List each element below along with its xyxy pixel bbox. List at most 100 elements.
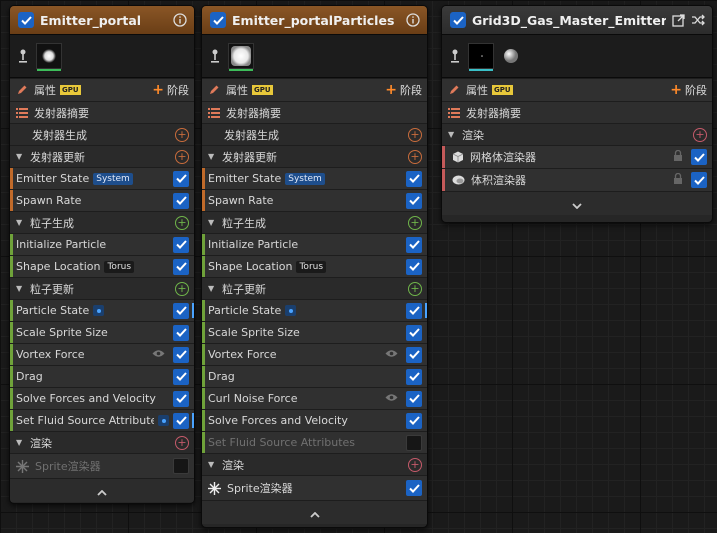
module-enable-checkbox[interactable] xyxy=(406,434,422,451)
module-drag[interactable]: Drag xyxy=(202,365,427,387)
emitter-enable-checkbox[interactable] xyxy=(18,12,34,28)
emitter-node-grid3d-gas[interactable]: Grid3D_Gas_Master_Emitter 属性 GPU + 阶段 发射器… xyxy=(441,5,713,223)
collapse-node-button[interactable] xyxy=(202,500,427,524)
node-header[interactable]: Grid3D_Gas_Master_Emitter xyxy=(442,6,712,35)
module-curl-noise-force[interactable]: Curl Noise Force xyxy=(202,387,427,409)
node-header[interactable]: Emitter_portalParticles xyxy=(202,6,427,35)
add-module-icon[interactable]: + xyxy=(408,215,422,230)
module-enable-checkbox[interactable] xyxy=(173,390,189,407)
render-section[interactable]: ▼ 渲染 + xyxy=(202,453,427,475)
collapse-node-button[interactable] xyxy=(10,478,194,502)
module-enable-checkbox[interactable] xyxy=(406,324,422,341)
module-enable-checkbox[interactable] xyxy=(406,258,422,275)
module-enable-checkbox[interactable] xyxy=(173,302,189,319)
module-scale-sprite-size[interactable]: Scale Sprite Size xyxy=(10,321,194,343)
add-module-icon[interactable]: + xyxy=(175,281,189,296)
module-enable-checkbox[interactable] xyxy=(406,236,422,253)
emitter-node-portal[interactable]: Emitter_portal 属性 GPU + 阶段 发射器摘要 发射器生成 + … xyxy=(9,5,195,504)
emitter-update-section[interactable]: ▼ 发射器更新 + xyxy=(202,145,427,167)
emitter-thumbnail[interactable] xyxy=(228,43,254,71)
emitter-summary-row[interactable]: 发射器摘要 xyxy=(442,101,712,123)
module-spawn-rate[interactable]: Spawn Rate xyxy=(202,189,427,211)
properties-row[interactable]: 属性 GPU + 阶段 xyxy=(10,78,194,101)
add-stage-button[interactable]: + 阶段 xyxy=(385,82,422,98)
renderer-enable-checkbox[interactable] xyxy=(406,480,422,496)
add-stage-button[interactable]: + 阶段 xyxy=(152,82,189,98)
module-vortex-force[interactable]: Vortex Force xyxy=(10,343,194,365)
renderer-enable-checkbox[interactable] xyxy=(173,458,189,474)
collapse-arrow-icon[interactable]: ▼ xyxy=(208,460,218,469)
renderer-volume[interactable]: 体积渲染器 xyxy=(442,168,712,191)
collapse-arrow-icon[interactable]: ▼ xyxy=(16,152,26,161)
module-particle-state[interactable]: Particle State xyxy=(10,299,194,321)
eye-icon[interactable] xyxy=(152,348,165,361)
particle-update-section[interactable]: ▼ 粒子更新 + xyxy=(10,277,194,299)
render-section[interactable]: ▼ 渲染 + xyxy=(10,431,194,453)
module-enable-checkbox[interactable] xyxy=(406,412,422,429)
emitter-update-section[interactable]: ▼ 发射器更新 + xyxy=(10,145,194,167)
emitter-thumbnail[interactable] xyxy=(468,43,494,71)
module-enable-checkbox[interactable] xyxy=(406,368,422,385)
emitter-enable-checkbox[interactable] xyxy=(210,12,226,28)
emitter-spawn-section[interactable]: 发射器生成 + xyxy=(10,123,194,145)
info-icon[interactable] xyxy=(405,12,421,28)
module-enable-checkbox[interactable] xyxy=(173,412,189,429)
location-pin-icon[interactable] xyxy=(210,47,222,65)
emitter-summary-row[interactable]: 发射器摘要 xyxy=(202,101,427,123)
eye-icon[interactable] xyxy=(385,392,398,405)
properties-row[interactable]: 属性 GPU + 阶段 xyxy=(442,78,712,101)
module-solve-forces[interactable]: Solve Forces and Velocity xyxy=(202,409,427,431)
add-renderer-icon[interactable]: + xyxy=(408,457,422,472)
module-drag[interactable]: Drag xyxy=(10,365,194,387)
collapse-arrow-icon[interactable]: ▼ xyxy=(208,152,218,161)
module-enable-checkbox[interactable] xyxy=(173,170,189,187)
particle-spawn-section[interactable]: ▼ 粒子生成 + xyxy=(202,211,427,233)
render-section[interactable]: ▼ 渲染 + xyxy=(442,123,712,145)
module-solve-forces[interactable]: Solve Forces and Velocity xyxy=(10,387,194,409)
module-initialize-particle[interactable]: Initialize Particle xyxy=(10,233,194,255)
module-enable-checkbox[interactable] xyxy=(406,346,422,363)
module-scale-sprite-size[interactable]: Scale Sprite Size xyxy=(202,321,427,343)
add-module-icon[interactable]: + xyxy=(408,281,422,296)
collapse-arrow-icon[interactable]: ▼ xyxy=(16,218,26,227)
module-set-fluid-source[interactable]: Set Fluid Source Attributes xyxy=(10,409,194,431)
add-module-icon[interactable]: + xyxy=(175,149,189,164)
module-enable-checkbox[interactable] xyxy=(173,346,189,363)
collapse-arrow-icon[interactable]: ▼ xyxy=(16,438,26,447)
renderer-enable-checkbox[interactable] xyxy=(691,149,707,165)
module-enable-checkbox[interactable] xyxy=(406,170,422,187)
module-shape-location[interactable]: Shape Location Torus xyxy=(202,255,427,277)
properties-row[interactable]: 属性 GPU + 阶段 xyxy=(202,78,427,101)
renderer-mesh[interactable]: 网格体渲染器 xyxy=(442,145,712,168)
lock-icon[interactable] xyxy=(673,172,683,187)
module-emitter-state[interactable]: Emitter State System xyxy=(10,167,194,189)
renderer-sprite[interactable]: Sprite渲染器 xyxy=(10,453,194,478)
module-vortex-force[interactable]: Vortex Force xyxy=(202,343,427,365)
add-module-icon[interactable]: + xyxy=(408,149,422,164)
lock-icon[interactable] xyxy=(673,149,683,164)
particle-update-section[interactable]: ▼ 粒子更新 + xyxy=(202,277,427,299)
module-enable-checkbox[interactable] xyxy=(173,324,189,341)
collapse-arrow-icon[interactable]: ▼ xyxy=(16,284,26,293)
emitter-thumbnail[interactable] xyxy=(36,43,62,71)
module-spawn-rate[interactable]: Spawn Rate xyxy=(10,189,194,211)
collapse-arrow-icon[interactable]: ▼ xyxy=(208,218,218,227)
add-renderer-icon[interactable]: + xyxy=(175,435,189,450)
volume-preview-icon[interactable] xyxy=(502,47,520,65)
add-module-icon[interactable]: + xyxy=(408,127,422,142)
module-enable-checkbox[interactable] xyxy=(173,368,189,385)
emitter-spawn-section[interactable]: 发射器生成 + xyxy=(202,123,427,145)
renderer-sprite[interactable]: Sprite渲染器 xyxy=(202,475,427,500)
module-enable-checkbox[interactable] xyxy=(406,192,422,209)
collapse-arrow-icon[interactable]: ▼ xyxy=(208,284,218,293)
location-pin-icon[interactable] xyxy=(450,47,462,65)
emitter-enable-checkbox[interactable] xyxy=(450,12,466,28)
info-icon[interactable] xyxy=(172,12,188,28)
add-module-icon[interactable]: + xyxy=(175,127,189,142)
node-header[interactable]: Emitter_portal xyxy=(10,6,194,35)
collapse-arrow-icon[interactable]: ▼ xyxy=(448,130,458,139)
emitter-summary-row[interactable]: 发射器摘要 xyxy=(10,101,194,123)
module-emitter-state[interactable]: Emitter State System xyxy=(202,167,427,189)
module-particle-state[interactable]: Particle State xyxy=(202,299,427,321)
module-enable-checkbox[interactable] xyxy=(173,236,189,253)
